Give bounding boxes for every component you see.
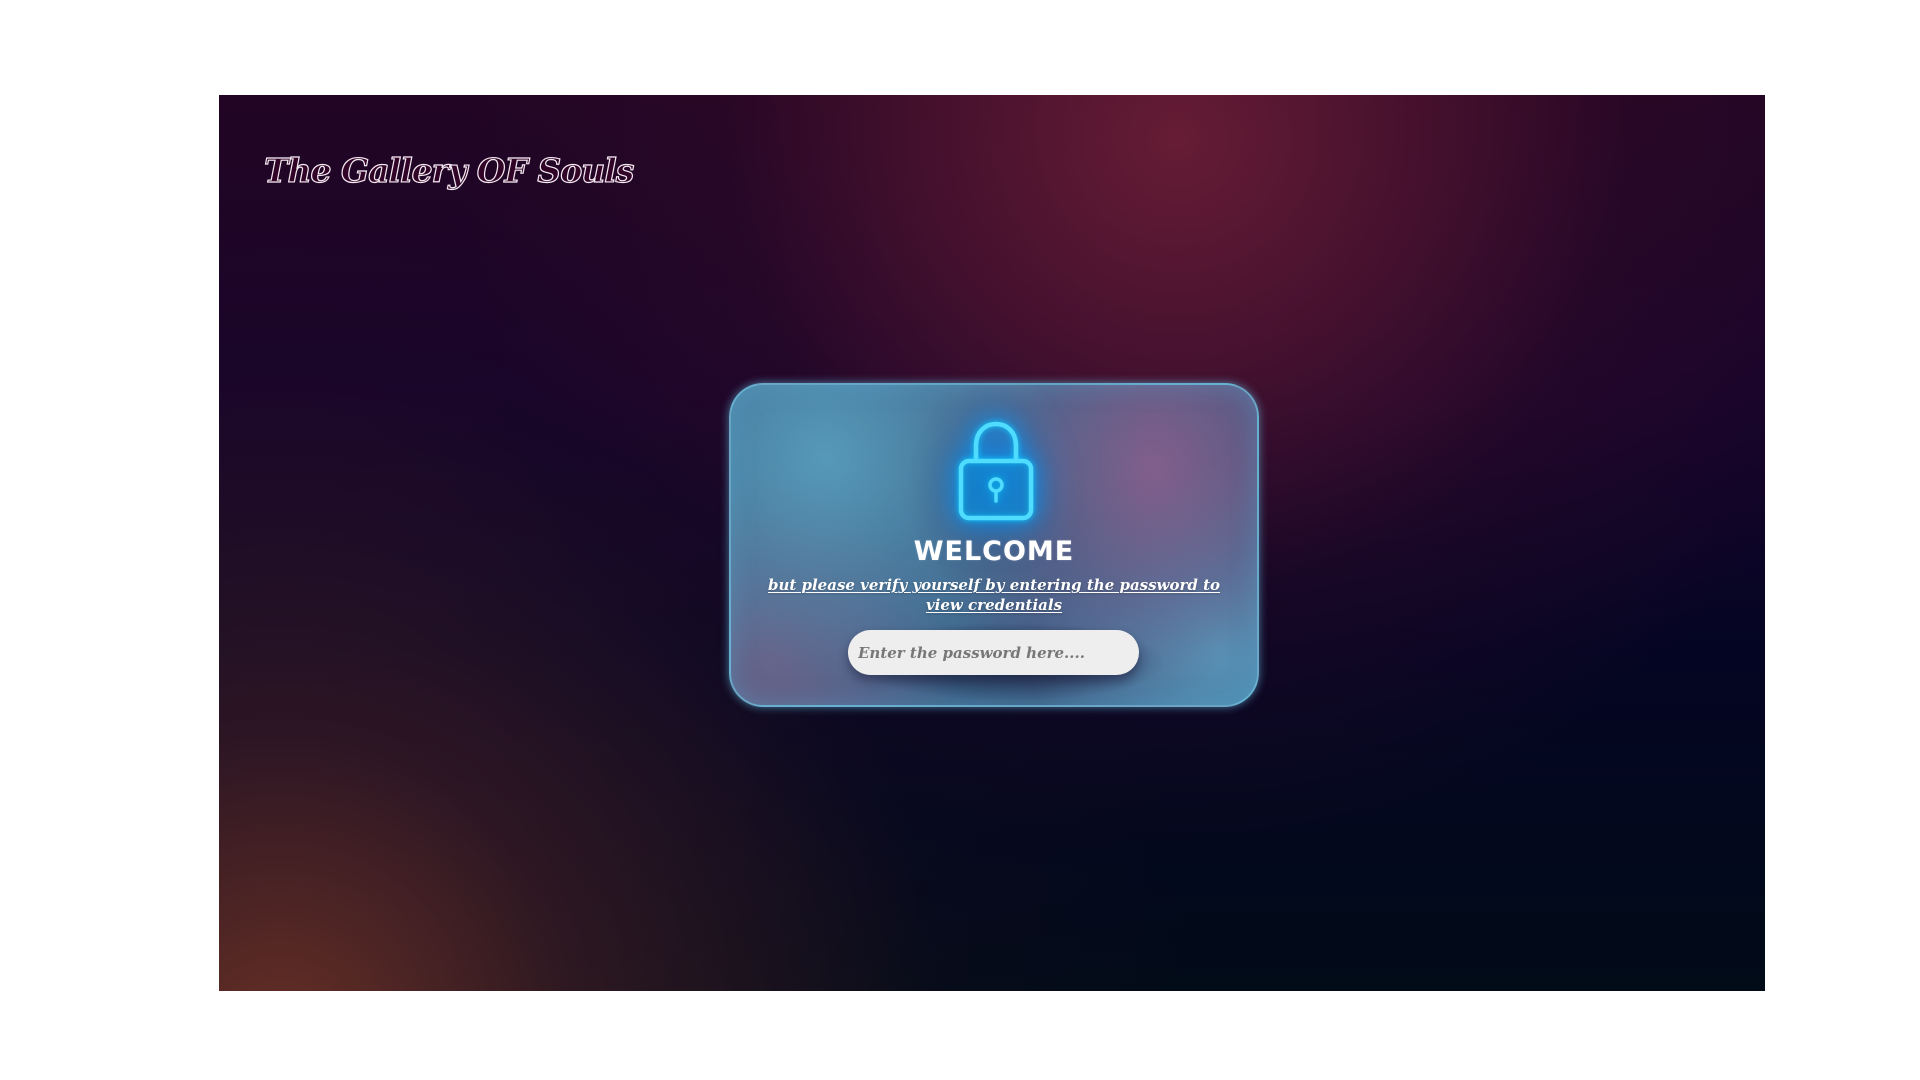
verification-instruction: but please verify yourself by entering t… <box>767 576 1221 614</box>
welcome-heading: WELCOME <box>913 536 1075 567</box>
password-card: WELCOME but please verify yourself by en… <box>729 383 1259 707</box>
site-title: The Gallery OF Souls <box>263 151 635 190</box>
lock-icon <box>958 421 1034 521</box>
password-input[interactable] <box>848 630 1139 675</box>
gallery-lock-screen: The Gallery OF Souls WELCOME but please … <box>219 95 1765 991</box>
